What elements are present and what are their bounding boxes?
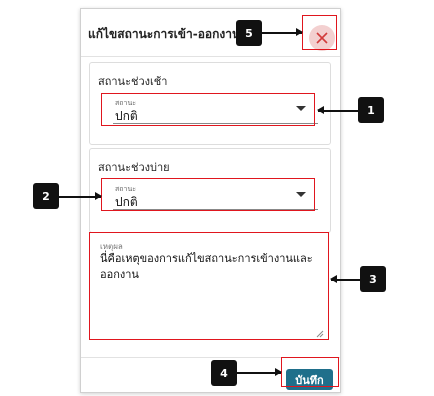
close-icon	[316, 32, 328, 44]
edit-status-dialog: แก้ไขสถานะการเข้า-ออกงาน สถานะช่วงเช้า ส…	[80, 8, 341, 393]
afternoon-select-value: ปกติ	[115, 195, 138, 209]
dialog-title: แก้ไขสถานะการเข้า-ออกงาน	[88, 27, 241, 41]
annotation-arrow-3	[330, 276, 360, 282]
annotation-arrow-5	[262, 29, 303, 35]
morning-status-card: สถานะช่วงเช้า สถานะ ปกติ	[89, 62, 331, 145]
reason-value: นี่คือเหตุของการแก้ไขสถานะการเข้างานและอ…	[100, 252, 313, 281]
chevron-down-icon	[296, 106, 306, 111]
morning-status-select[interactable]: สถานะ ปกติ	[113, 96, 318, 124]
morning-card-label: สถานะช่วงเช้า	[98, 75, 168, 88]
annotation-marker-5: 5	[236, 20, 262, 46]
close-button[interactable]	[309, 25, 335, 51]
afternoon-status-select[interactable]: สถานะ ปกติ	[113, 182, 318, 210]
annotation-marker-1: 1	[358, 97, 384, 123]
annotation-arrow-2	[59, 193, 102, 199]
save-button[interactable]: บันทึก	[286, 369, 333, 390]
afternoon-card-label: สถานะช่วงบ่าย	[98, 161, 170, 174]
annotation-arrow-4	[237, 369, 282, 375]
annotation-marker-4: 4	[211, 360, 237, 386]
morning-select-value: ปกติ	[115, 109, 138, 123]
chevron-down-icon	[296, 192, 306, 197]
annotation-marker-3: 3	[360, 266, 386, 292]
resize-grip-icon[interactable]	[316, 330, 324, 338]
annotation-arrow-1	[317, 107, 358, 113]
annotation-marker-2: 2	[33, 183, 59, 209]
reason-textarea[interactable]: เหตุผล นี่คือเหตุของการแก้ไขสถานะการเข้า…	[92, 238, 330, 342]
afternoon-status-card: สถานะช่วงบ่าย สถานะ ปกติ	[89, 148, 331, 233]
